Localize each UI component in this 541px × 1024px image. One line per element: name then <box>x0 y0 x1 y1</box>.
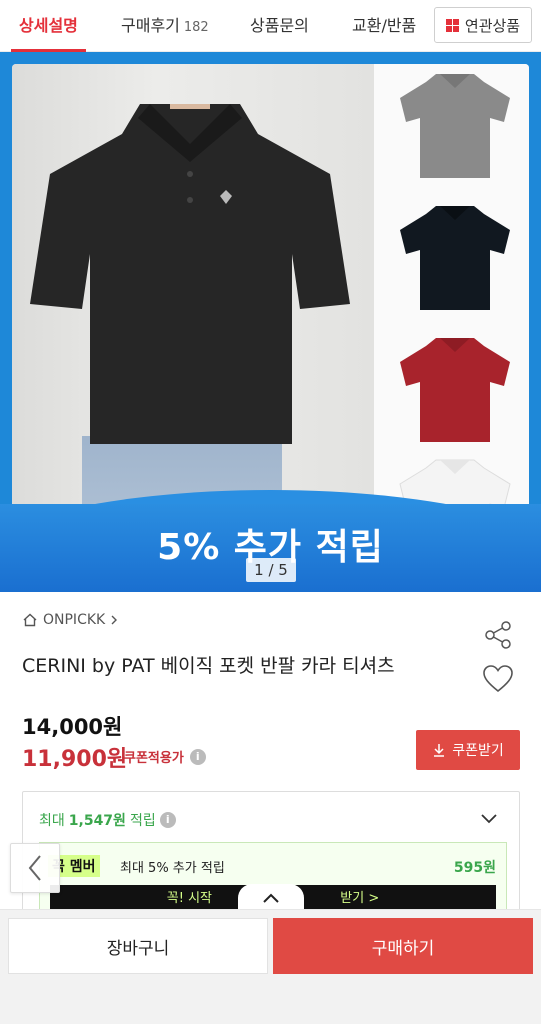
tab-exchange-label: 교환/반품 <box>352 16 417 35</box>
coupon-button-label: 쿠폰받기 <box>452 743 504 759</box>
thumb-black-shirt <box>400 206 510 310</box>
coupon-price-note: 쿠폰적용가 i <box>124 747 206 766</box>
model-shirt-image <box>30 104 350 444</box>
share-icon <box>485 621 511 649</box>
member-points-amount: 595원 <box>453 860 496 876</box>
product-image-carousel[interactable]: 5% 추가 적립 1 / 5 <box>0 52 541 592</box>
add-to-cart-button[interactable]: 장바구니 <box>8 918 268 974</box>
max-points-row[interactable]: 최대 1,547원 적립 i <box>39 810 176 830</box>
sale-price: 11,900원 <box>22 747 128 772</box>
buy-button-label: 구매하기 <box>371 938 435 959</box>
product-photo <box>12 64 529 564</box>
member-points-desc: 최대 5% 추가 적립 <box>120 861 225 876</box>
tab-exchange-return[interactable]: 교환/반품 <box>352 0 416 52</box>
related-products-button[interactable]: 연관상품 <box>434 7 532 43</box>
thumb-red-shirt <box>400 338 510 442</box>
tab-detail[interactable]: 상세설명 <box>11 0 86 52</box>
points-prefix: 최대 <box>39 813 65 829</box>
chevron-left-icon <box>28 855 41 881</box>
info-icon[interactable]: i <box>189 748 206 765</box>
coupon-price-label: 쿠폰적용가 <box>124 751 184 766</box>
thumb-gray-shirt <box>400 74 510 178</box>
product-title: CERINI by PAT 베이직 포켓 반팔 카라 티셔츠 <box>22 655 395 677</box>
tab-detail-label: 상세설명 <box>19 16 78 35</box>
points-info-icon[interactable]: i <box>159 812 176 828</box>
review-count: 182 <box>183 20 209 35</box>
member-bar-right-text: 받기 > <box>340 891 380 906</box>
brand-link[interactable]: ONPICKK <box>22 612 118 628</box>
points-amount: 1,547원 <box>68 813 126 829</box>
expand-handle[interactable] <box>238 884 304 912</box>
buy-now-button[interactable]: 구매하기 <box>273 918 533 974</box>
wishlist-button[interactable] <box>480 663 516 695</box>
carousel-page-indicator: 1 / 5 <box>246 558 296 582</box>
heart-icon <box>483 665 513 693</box>
back-button[interactable] <box>10 843 60 893</box>
bottom-action-bar: 장바구니 구매하기 <box>0 909 541 1024</box>
coupon-download-button[interactable]: 쿠폰받기 <box>416 730 520 770</box>
download-icon <box>434 744 445 757</box>
tab-inquiry[interactable]: 상품문의 <box>250 0 309 52</box>
tab-reviews-label: 구매후기 <box>121 16 180 35</box>
chevron-right-icon <box>111 615 118 625</box>
member-bar-left-text: 꼭! 시작 <box>166 891 212 906</box>
brand-name: ONPICKK <box>43 612 106 628</box>
share-button[interactable] <box>480 620 516 650</box>
color-thumbnails <box>374 64 529 564</box>
home-icon <box>23 613 37 627</box>
tab-reviews[interactable]: 구매후기 182 <box>121 0 209 52</box>
related-products-label: 연관상품 <box>464 16 521 35</box>
points-suffix: 적립 <box>129 813 156 829</box>
tab-inquiry-label: 상품문의 <box>250 16 309 35</box>
grid-icon <box>445 18 459 32</box>
cart-button-label: 장바구니 <box>106 938 170 959</box>
chevron-up-icon <box>263 893 279 903</box>
detail-tab-bar: 상세설명 구매후기 182 상품문의 교환/반품 연관상품 <box>0 0 541 52</box>
original-price: 14,000원 <box>22 715 123 739</box>
chevron-down-icon[interactable] <box>479 808 499 828</box>
